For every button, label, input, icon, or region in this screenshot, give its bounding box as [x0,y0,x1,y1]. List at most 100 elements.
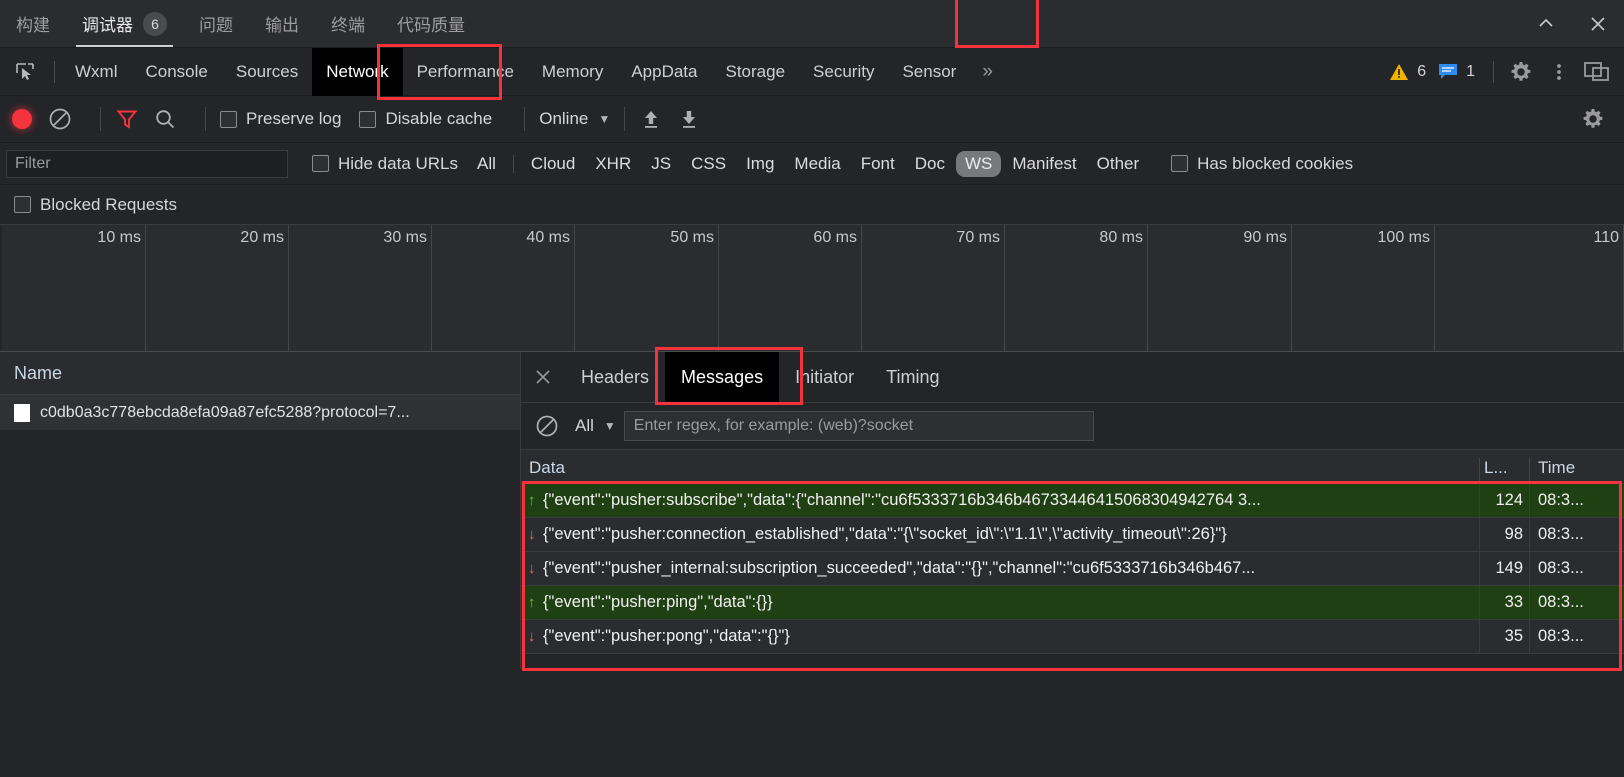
message-length: 35 [1479,620,1529,653]
filter-type-ws[interactable]: WS [955,150,1002,177]
filter-type-all[interactable]: All [468,151,505,177]
blocked-requests-label: Blocked Requests [40,194,178,214]
timeline-tick: 70 ms [862,225,1005,351]
filter-type-other[interactable]: Other [1088,151,1149,177]
clear-messages-button[interactable] [535,414,559,438]
filter-type-css[interactable]: CSS [682,151,735,177]
tab-performance[interactable]: Performance [403,48,528,96]
preserve-log-label: Preserve log [246,109,342,128]
message-data-cell: ↓ {"event":"pusher:connection_establishe… [521,525,1479,544]
message-count: 1 [1466,62,1475,80]
detail-tab-initiator[interactable]: Initiator [779,352,870,403]
detail-tab-headers[interactable]: Headers [565,352,665,403]
column-time[interactable]: Time [1529,458,1624,483]
close-window-button[interactable] [1572,0,1624,47]
preserve-log-checkbox[interactable]: Preserve log [220,109,341,129]
filter-type-js[interactable]: JS [642,151,680,177]
column-length[interactable]: L... [1479,458,1529,483]
import-har-button[interactable] [639,107,663,131]
filter-type-xhr[interactable]: XHR [586,151,640,177]
hide-data-urls-checkbox[interactable]: Hide data URLs [312,154,458,174]
more-options-button[interactable] [1542,55,1576,89]
ide-tab-problems[interactable]: 问题 [183,0,249,47]
ide-tab-output[interactable]: 输出 [249,0,315,47]
blocked-requests-checkbox[interactable]: Blocked Requests [0,185,1624,225]
minimize-button[interactable] [1520,0,1572,47]
chevron-down-icon[interactable]: ▼ [604,419,616,433]
detail-tab-label: Timing [886,366,940,387]
tab-sources[interactable]: Sources [222,48,312,96]
record-button[interactable] [12,109,32,129]
search-button[interactable] [153,107,177,131]
detail-tab-messages[interactable]: Messages [665,351,780,403]
column-data[interactable]: Data [521,458,1479,483]
has-blocked-cookies-label: Has blocked cookies [1197,153,1354,173]
toolbar-separator [624,107,626,131]
message-text: {"event":"pusher:ping","data":{}} [543,593,773,611]
tab-console[interactable]: Console [131,48,221,96]
filter-type-media[interactable]: Media [785,151,849,177]
request-row[interactable]: c0db0a3c778ebcda8efa09a87efc5288?protoco… [0,395,520,430]
message-row[interactable]: ↑ {"event":"pusher:ping","data":{}} 33 0… [521,586,1624,620]
ide-tab-build[interactable]: 构建 [0,0,66,47]
message-regex-input[interactable]: Enter regex, for example: (web)?socket [623,411,1094,441]
tab-wxml[interactable]: Wxml [61,48,131,96]
inspect-element-icon[interactable] [0,61,48,83]
ide-tab-terminal[interactable]: 终端 [315,0,381,47]
filter-type-manifest[interactable]: Manifest [1003,151,1085,177]
tab-memory[interactable]: Memory [528,48,617,96]
message-type-select[interactable]: All [575,416,594,436]
close-detail-button[interactable] [521,368,565,386]
checkbox-box [359,110,377,128]
chevron-down-icon[interactable]: ▼ [598,112,610,126]
dock-side-icon [1584,61,1609,81]
tab-label: Console [145,61,208,81]
ide-tab-code-quality[interactable]: 代码质量 [381,0,481,47]
ide-tab-debugger[interactable]: 调试器 6 [66,0,183,47]
message-icon[interactable] [1438,63,1458,81]
request-column-header[interactable]: Name [0,352,520,395]
filter-input[interactable]: Filter [6,149,288,178]
message-row[interactable]: ↓ {"event":"pusher:connection_establishe… [521,518,1624,552]
filter-type-img[interactable]: Img [737,151,783,177]
detail-tab-timing[interactable]: Timing [870,352,955,403]
tab-sensor[interactable]: Sensor [888,48,970,96]
tab-security[interactable]: Security [799,48,888,96]
timeline-tick: 40 ms [432,225,575,351]
throttling-select[interactable]: Online [539,109,588,129]
network-timeline[interactable]: 10 ms 20 ms 30 ms 40 ms 50 ms 60 ms 70 m… [0,225,1624,352]
detail-tab-label: Initiator [795,366,855,387]
timeline-tick-label: 100 ms [1377,229,1430,246]
export-har-button[interactable] [677,107,701,131]
timeline-tick-label: 60 ms [813,229,857,246]
filter-type-font[interactable]: Font [852,151,904,177]
message-row[interactable]: ↓ {"event":"pusher:pong","data":"{}"} 35… [521,620,1624,654]
filter-type-doc[interactable]: Doc [906,151,954,177]
messages-table-body: ↑ {"event":"pusher:subscribe","data":{"c… [521,481,1624,671]
message-row[interactable]: ↑ {"event":"pusher:subscribe","data":{"c… [521,484,1624,518]
more-tabs-button[interactable]: » [970,61,1005,83]
ide-tab-label: 调试器 [82,16,133,35]
warning-icon[interactable] [1389,62,1409,82]
dock-side-button[interactable] [1580,55,1614,89]
toolbar-separator [205,107,206,131]
settings-button[interactable] [1504,55,1538,89]
message-data-cell: ↑ {"event":"pusher:subscribe","data":{"c… [521,491,1479,510]
clear-button[interactable] [48,107,72,131]
detail-tab-label: Headers [581,366,650,387]
filter-type-cloud[interactable]: Cloud [522,151,584,177]
tab-network[interactable]: Network [312,47,403,96]
network-settings-button[interactable] [1576,102,1610,136]
has-blocked-cookies-checkbox[interactable]: Has blocked cookies [1171,154,1353,174]
filter-toggle-button[interactable] [115,107,139,131]
message-row[interactable]: ↓ {"event":"pusher_internal:subscription… [521,552,1624,586]
tab-appdata[interactable]: AppData [617,48,711,96]
ide-tab-label: 问题 [199,16,233,35]
clear-icon [536,415,558,437]
message-length: 149 [1479,552,1529,585]
ide-bar-spacer [481,0,1520,47]
tab-label: Storage [725,61,786,81]
detail-tab-label: Messages [681,366,764,387]
disable-cache-checkbox[interactable]: Disable cache [359,109,492,129]
tab-storage[interactable]: Storage [712,48,800,96]
